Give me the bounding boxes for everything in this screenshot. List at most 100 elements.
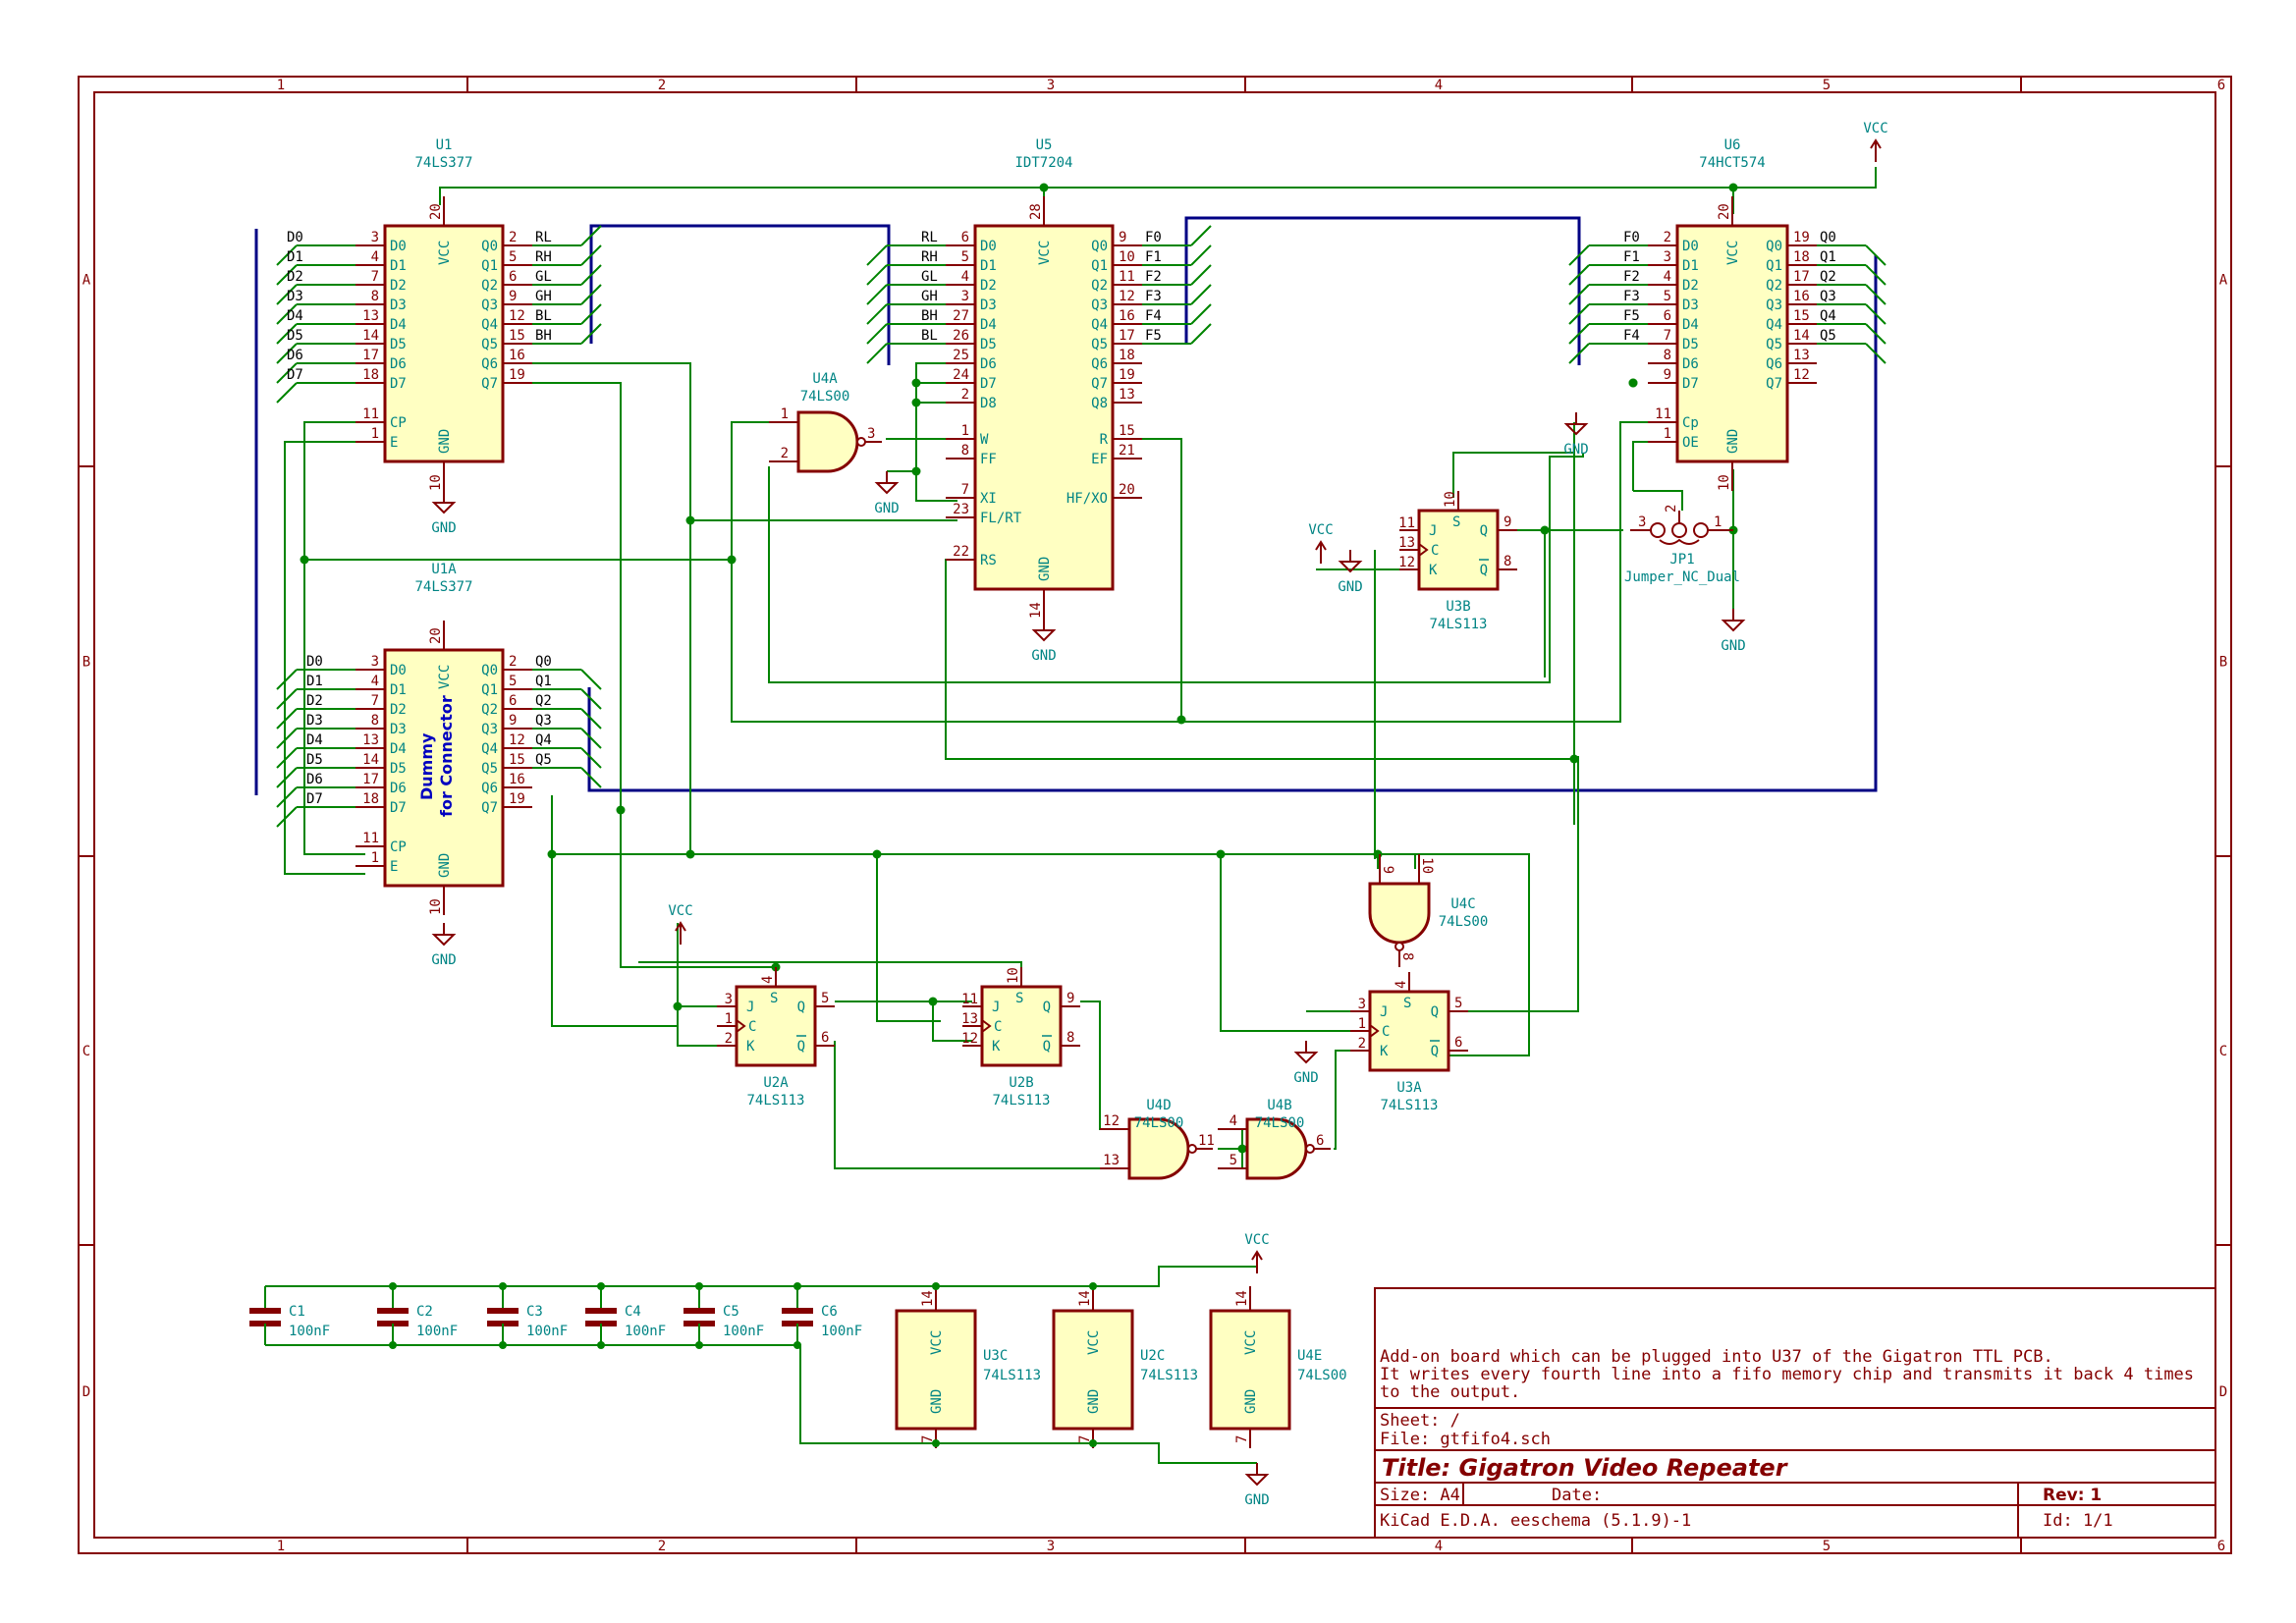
pin-number: 6 xyxy=(961,230,969,245)
pin-number: 9 xyxy=(509,713,517,729)
pin-name: D1 xyxy=(390,682,407,698)
pin-name: D1 xyxy=(980,258,997,274)
net-label: Q5 xyxy=(1820,328,1836,344)
ref-designator: U4A xyxy=(812,371,838,387)
net-label: F3 xyxy=(1623,289,1640,304)
junction xyxy=(911,398,921,407)
pin-name: D7 xyxy=(390,376,407,392)
gnd-label: GND xyxy=(1563,442,1588,458)
pin-name: VCC xyxy=(1086,1330,1102,1355)
net-label: Q2 xyxy=(535,693,552,709)
pin-name: GND xyxy=(929,1389,945,1414)
pin-name: S xyxy=(770,991,778,1006)
pin-name: D0 xyxy=(390,239,407,254)
gnd-triangle-icon xyxy=(1293,1052,1319,1064)
frame-row-label: B xyxy=(2219,655,2227,671)
tb-comment-1: Add-on board which can be plugged into U… xyxy=(1380,1347,2053,1367)
pin-name: EF xyxy=(1091,452,1108,467)
pin-name: D4 xyxy=(390,317,407,333)
net-label: Q1 xyxy=(1820,249,1836,265)
pin-number: 2 xyxy=(1358,1036,1366,1052)
jumper-contact xyxy=(1671,522,1687,538)
pin-number: 16 xyxy=(1793,289,1810,304)
net-label: Q0 xyxy=(1820,230,1836,245)
net-label: BH xyxy=(921,308,938,324)
pin-number: 10 xyxy=(428,474,444,491)
pin-number: 3 xyxy=(1664,249,1671,265)
pin-number: 18 xyxy=(362,791,379,807)
schematic-sheet: 112233445566AABBCCDD U1 74LS377 20 VCC 1… xyxy=(0,0,2296,1623)
gnd-symbol: GND xyxy=(1563,412,1589,458)
power-unit-u2c: 147VCCGNDU2C74LS113 xyxy=(1052,1282,1198,1448)
junction xyxy=(685,849,695,859)
pin-number: 20 xyxy=(428,627,444,644)
pin-name: D6 xyxy=(390,356,407,372)
tb-size: Size: A4 xyxy=(1380,1486,1460,1505)
net-label: F4 xyxy=(1623,328,1640,344)
pin-number: 3 xyxy=(371,654,379,670)
junction xyxy=(597,1282,605,1290)
pin-name: R xyxy=(1100,432,1109,448)
part-value: 100nF xyxy=(416,1324,458,1339)
wire-u3a-clk xyxy=(1220,854,1350,1032)
gnd-symbol: GND xyxy=(1721,609,1746,654)
net-label: Q4 xyxy=(535,732,552,748)
pin-name: D0 xyxy=(1682,239,1699,254)
pin-number: 12 xyxy=(509,732,525,748)
gnd-triangle-icon xyxy=(1244,1474,1270,1487)
pin-name: Q0 xyxy=(481,663,498,678)
title-block: Add-on board which can be plugged into U… xyxy=(1374,1287,2216,1539)
part-value: Jumper_NC_Dual xyxy=(1624,569,1740,585)
pin-number: 19 xyxy=(509,791,525,807)
junction xyxy=(695,1341,703,1349)
inverter-bubble xyxy=(856,437,866,447)
junction xyxy=(793,1282,801,1290)
pin-name: XI xyxy=(980,491,997,507)
pin-number: 7 xyxy=(1664,328,1671,344)
pin-name: D3 xyxy=(1682,298,1699,313)
pin-number: 5 xyxy=(821,991,829,1006)
net-label: D2 xyxy=(306,693,323,709)
pin-name: Q xyxy=(1480,563,1488,578)
junction xyxy=(695,1282,703,1290)
pin-number: 1 xyxy=(371,426,379,442)
ref-designator: U3B xyxy=(1446,599,1470,615)
pin-name: K xyxy=(992,1039,1001,1055)
net-label: F5 xyxy=(1145,328,1162,344)
pin-name: Q5 xyxy=(1766,337,1782,352)
net-label: Q4 xyxy=(1820,308,1836,324)
gnd-triangle-icon xyxy=(1031,629,1057,642)
frame-col-label: 3 xyxy=(1047,78,1055,93)
pin-number: 5 xyxy=(509,674,517,689)
pin-number: 1 xyxy=(1358,1016,1366,1032)
net-label: Q3 xyxy=(1820,289,1836,304)
frame-col-label: 2 xyxy=(658,1539,666,1554)
pin-number: 8 xyxy=(1066,1030,1074,1046)
wire-e-u1 xyxy=(284,441,365,875)
net-label: GH xyxy=(921,289,938,304)
junction xyxy=(1569,754,1579,764)
pin-name: K xyxy=(1380,1044,1389,1059)
part-value: 100nF xyxy=(289,1324,330,1339)
junction xyxy=(389,1282,397,1290)
pin-number: 12 xyxy=(961,1031,978,1047)
frame-col-label: 4 xyxy=(1435,78,1443,93)
ref-designator: U2B xyxy=(1009,1075,1033,1091)
pin-number: 8 xyxy=(371,713,379,729)
pin-name: D6 xyxy=(980,356,997,372)
pin-number: 12 xyxy=(1793,367,1810,383)
pin-number: 19 xyxy=(1793,230,1810,245)
net-label: D3 xyxy=(306,713,323,729)
pin-number: 5 xyxy=(509,249,517,265)
pin-number: 3 xyxy=(1358,997,1366,1012)
pin-name: Q4 xyxy=(1766,317,1782,333)
junction xyxy=(673,1001,683,1011)
pin-number: 9 xyxy=(509,289,517,304)
vcc-symbol: VCC xyxy=(668,903,693,945)
pin-name: Q0 xyxy=(481,239,498,254)
pin-number: 26 xyxy=(953,328,969,344)
bus-entry xyxy=(1190,244,1212,266)
pin-name: S xyxy=(1015,991,1023,1006)
nand-body xyxy=(1368,882,1431,945)
pin-number: 3 xyxy=(867,426,875,442)
